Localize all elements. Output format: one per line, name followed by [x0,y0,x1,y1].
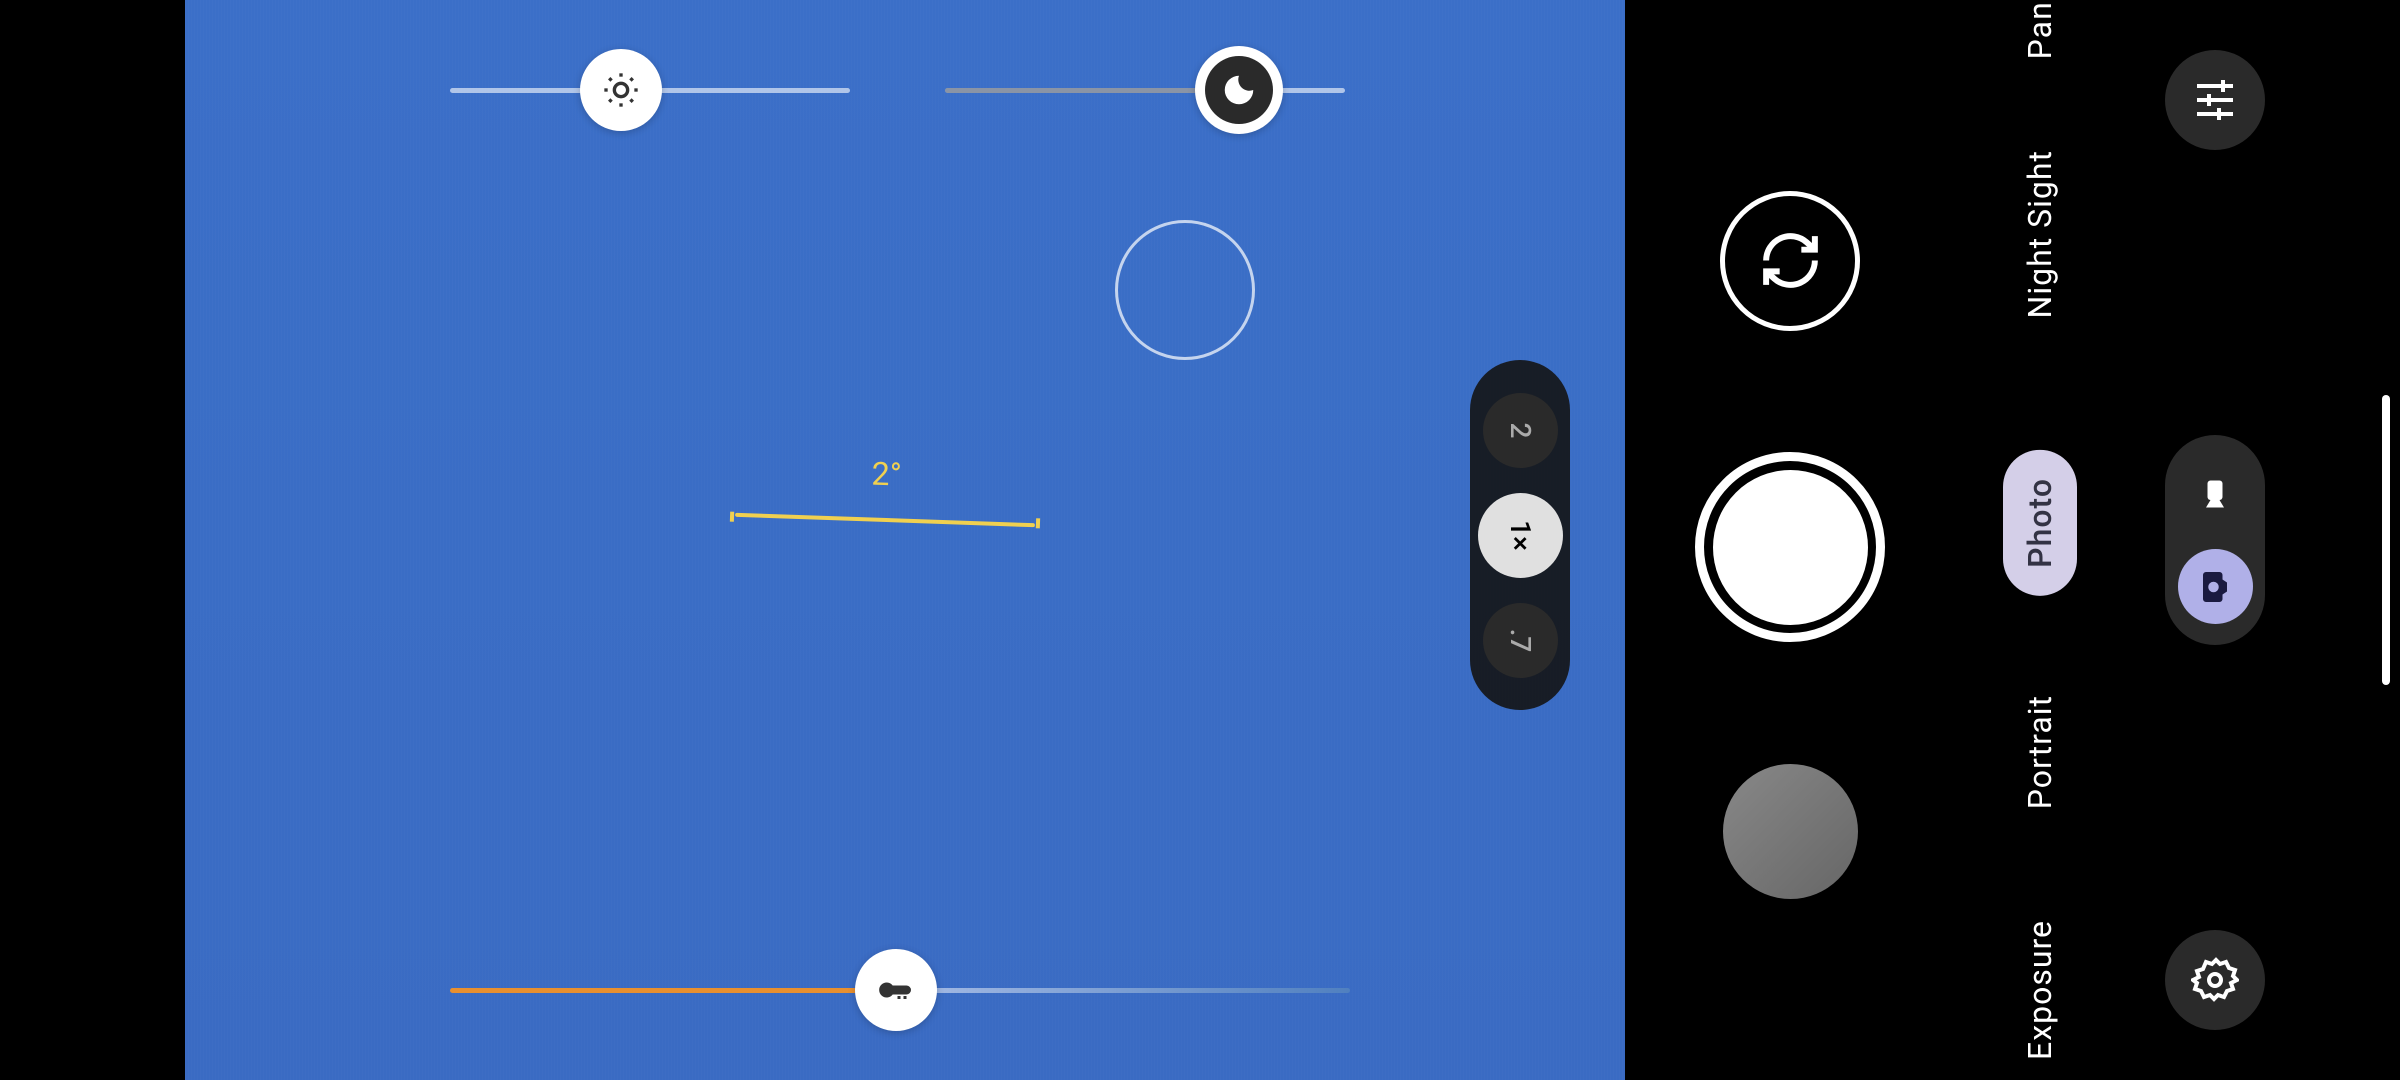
mode-exposure[interactable]: Exposure [2021,920,2059,1060]
adjustments-icon [2191,76,2239,124]
mode-photo[interactable]: Photo [2003,450,2077,596]
focus-ring[interactable] [1115,220,1255,360]
video-mode-button[interactable] [2178,456,2253,531]
thermometer-icon [878,972,914,1008]
mode-label: Night Sight [2021,150,2059,318]
zoom-label: 2 [1504,422,1537,438]
modes-column: Pano Night Sight Photo Portrait Exposure [1970,0,2110,1080]
shutter-button[interactable] [1695,452,1885,642]
mode-night-sight[interactable]: Night Sight [2021,150,2059,318]
level-tick-right [1036,518,1040,528]
photo-video-toggle[interactable] [2165,435,2265,645]
mode-pano[interactable]: Pano [2021,0,2059,59]
switch-camera-icon [1758,228,1823,293]
zoom-07x-button[interactable]: .7 [1483,603,1558,678]
mode-label: Portrait [2021,695,2059,809]
zoom-1x-button[interactable]: 1× [1478,493,1563,578]
mode-label: Exposure [2021,920,2059,1060]
switch-camera-button[interactable] [1720,191,1860,331]
zoom-label: .7 [1504,628,1537,652]
mode-label: Photo [2021,478,2059,568]
brightness-slider[interactable] [450,45,850,135]
camera-icon [2197,569,2233,605]
mode-portrait[interactable]: Portrait [2021,695,2059,809]
gallery-thumbnail-button[interactable] [1723,764,1858,899]
shadow-slider-thumb[interactable] [1195,46,1283,134]
controls-column [1700,0,1880,1080]
settings-icon [2191,956,2239,1004]
home-indicator[interactable] [2382,395,2390,685]
zoom-2x-button[interactable]: 2 [1483,393,1558,468]
settings-button[interactable] [2165,930,2265,1030]
video-icon [2197,476,2233,512]
shutter-inner [1713,470,1868,625]
photo-mode-button[interactable] [2178,549,2253,624]
adjustments-button[interactable] [2165,50,2265,150]
temperature-slider[interactable] [450,945,1350,1035]
zoom-label: 1× [1504,520,1537,551]
level-indicator: 2° [734,485,1036,555]
camera-viewfinder[interactable]: 2° 2 1× .7 [185,0,1625,1080]
moon-icon [1220,71,1258,109]
brightness-icon [601,70,641,110]
level-line [735,513,1035,527]
brightness-slider-thumb[interactable] [580,49,662,131]
temperature-slider-thumb[interactable] [855,949,937,1031]
shadow-slider[interactable] [945,45,1345,135]
slider-fill [945,88,1235,93]
mode-label: Pano [2021,0,2059,59]
edge-column [2140,0,2290,1080]
level-tick-left [730,512,734,522]
level-angle: 2° [871,455,902,494]
zoom-selector[interactable]: 2 1× .7 [1470,360,1570,710]
